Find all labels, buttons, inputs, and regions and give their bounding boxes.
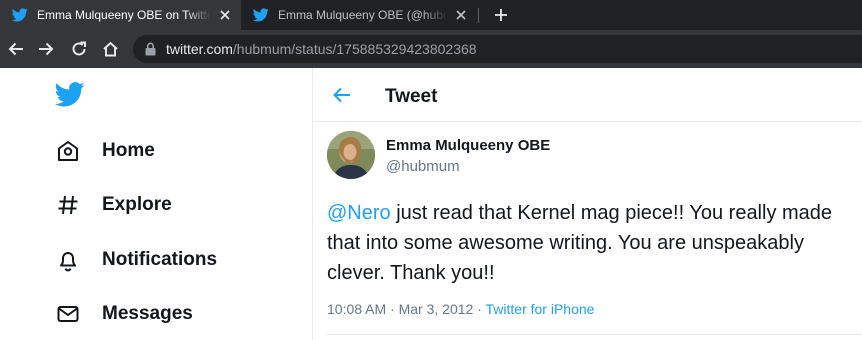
tab-separator [478, 8, 479, 23]
forward-arrow-icon[interactable] [36, 39, 56, 59]
tweet-column: Tweet Emma Mulqueeny OBE @hubmum @Nero j… [313, 68, 862, 340]
back-arrow-icon[interactable] [6, 39, 26, 59]
sidebar-item-notifications[interactable]: Notifications [54, 245, 217, 275]
sidebar-item-label: Notifications [102, 249, 218, 270]
tweet-meta: 10:08 AM · Mar 3, 2012 · Twitter for iPh… [327, 301, 594, 317]
new-tab-plus-icon[interactable] [490, 4, 512, 26]
sidebar-item-home[interactable]: Home [54, 136, 155, 166]
sidebar-item-explore[interactable]: Explore [54, 190, 172, 220]
page-title: Tweet [385, 86, 438, 107]
tab-title: Emma Mulqueeny OBE (@hubmum) / Twitter [278, 8, 447, 22]
avatar[interactable] [327, 131, 375, 179]
sidebar-item-label: Home [102, 140, 155, 161]
url-text[interactable]: twitter.com/hubmum/status/17588532942380… [166, 40, 477, 58]
twitter-bird-icon [12, 7, 28, 23]
author-handle[interactable]: @hubmum [386, 158, 460, 175]
lock-icon[interactable] [143, 41, 157, 57]
home-icon [54, 137, 82, 165]
sidebar-item-label: Messages [102, 303, 193, 324]
sidebar-item-messages[interactable]: Messages [54, 299, 193, 329]
page-header: Tweet [313, 68, 862, 122]
bell-icon [54, 246, 82, 274]
divider [327, 334, 862, 335]
tweet-text: @Nero just read that Kernel mag piece!! … [327, 198, 847, 288]
browser-tab-bar: Emma Mulqueeny OBE on Twitter: "@Nero ju… [0, 0, 862, 30]
twitter-bird-icon [253, 7, 269, 23]
url-host: twitter.com [166, 41, 233, 57]
url-path: /hubmum/status/175885329423802368 [232, 41, 477, 57]
close-tab-icon[interactable] [451, 10, 471, 20]
back-arrow-icon[interactable] [331, 84, 353, 106]
tweet-source-link[interactable]: Twitter for iPhone [486, 301, 595, 317]
mention-link[interactable]: @Nero [327, 202, 391, 224]
sidebar-item-label: Explore [102, 194, 172, 215]
twitter-page: Home Explore Notifications Messages Twee… [0, 68, 862, 340]
browser-tab[interactable]: Emma Mulqueeny OBE (@hubmum) / Twitter [241, 0, 477, 30]
tab-title: Emma Mulqueeny OBE on Twitter: "@Nero ju… [37, 8, 211, 22]
browser-tab-active[interactable]: Emma Mulqueeny OBE on Twitter: "@Nero ju… [0, 0, 241, 30]
tweet-body: just read that Kernel mag piece!! You re… [327, 202, 833, 284]
reload-icon[interactable] [69, 39, 89, 59]
tweet-timestamp[interactable]: 10:08 AM · Mar 3, 2012 · [327, 301, 486, 317]
author-display-name[interactable]: Emma Mulqueeny OBE [386, 137, 550, 154]
envelope-icon [54, 300, 82, 328]
sidebar-nav: Home Explore Notifications Messages [0, 68, 312, 340]
close-tab-icon[interactable] [215, 10, 235, 20]
home-icon[interactable] [100, 39, 120, 59]
hashtag-icon [54, 191, 82, 219]
twitter-bird-icon[interactable] [54, 82, 85, 108]
